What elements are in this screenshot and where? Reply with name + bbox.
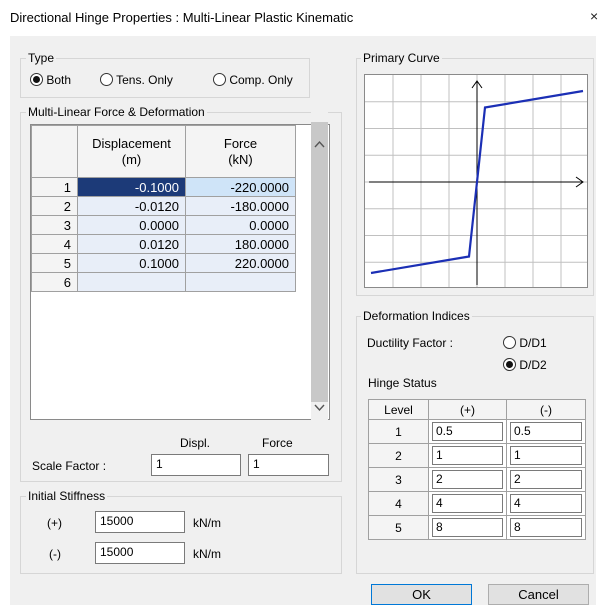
radio-d-d1[interactable]: D/D1 bbox=[503, 336, 547, 350]
radio-d-d2[interactable]: D/D2 bbox=[503, 358, 547, 372]
scale-force-input[interactable]: 1 bbox=[248, 454, 329, 476]
hinge-minus-input[interactable]: 1 bbox=[510, 446, 582, 465]
force-cell[interactable]: 0.0000 bbox=[185, 215, 296, 235]
type-group-label: Type bbox=[26, 51, 57, 65]
stiffness-plus-label: (+) bbox=[47, 516, 62, 530]
table-row: 3 0.0000 0.0000 bbox=[31, 215, 296, 235]
hinge-plus-input[interactable]: 0.5 bbox=[432, 422, 503, 441]
column-header-force[interactable]: Force (kN) bbox=[185, 125, 296, 178]
scroll-down-icon[interactable] bbox=[314, 404, 325, 412]
scale-force-label: Force bbox=[262, 436, 293, 450]
force-cell[interactable]: 220.0000 bbox=[185, 253, 296, 273]
hinge-minus-input[interactable]: 4 bbox=[510, 494, 582, 513]
table-row: 5 0.1000 220.0000 bbox=[31, 253, 296, 273]
scrollbar-thumb[interactable] bbox=[311, 122, 328, 402]
row-number[interactable]: 6 bbox=[31, 272, 78, 292]
hinge-plus-input[interactable]: 4 bbox=[432, 494, 503, 513]
hinge-minus-input[interactable]: 8 bbox=[510, 518, 582, 537]
table-row: 2 -0.0120 -180.0000 bbox=[31, 196, 296, 216]
row-number[interactable]: 5 bbox=[31, 253, 78, 273]
force-header-unit: (kN) bbox=[228, 151, 253, 167]
displacement-header-unit: (m) bbox=[121, 151, 142, 167]
force-cell[interactable]: -180.0000 bbox=[185, 196, 296, 216]
radio-tens-only-indicator[interactable] bbox=[100, 73, 113, 86]
radio-tens-only-label: Tens. Only bbox=[116, 73, 173, 87]
table-row: 3 2 2 bbox=[368, 467, 586, 492]
hinge-minus-input[interactable]: 2 bbox=[510, 470, 582, 489]
table-row: 4 4 4 bbox=[368, 491, 586, 516]
radio-comp-only-label: Comp. Only bbox=[229, 73, 293, 87]
displacement-cell[interactable] bbox=[77, 272, 186, 292]
table-row: 6 bbox=[31, 272, 296, 292]
cancel-button[interactable]: Cancel bbox=[488, 584, 589, 605]
scroll-up-icon[interactable] bbox=[314, 140, 325, 148]
row-number[interactable]: 2 bbox=[31, 196, 78, 216]
radio-comp-only-indicator[interactable] bbox=[213, 73, 226, 86]
force-cell[interactable]: 180.0000 bbox=[185, 234, 296, 254]
radio-comp-only[interactable]: Comp. Only bbox=[213, 73, 293, 87]
force-deformation-label: Multi-Linear Force & Deformation bbox=[26, 105, 207, 119]
table-row: 2 1 1 bbox=[368, 443, 586, 468]
window-title: Directional Hinge Properties : Multi-Lin… bbox=[10, 10, 354, 25]
stiffness-plus-input[interactable]: 15000 bbox=[95, 511, 185, 533]
displacement-cell[interactable]: 0.0120 bbox=[77, 234, 186, 254]
hinge-minus-input[interactable]: 0.5 bbox=[510, 422, 582, 441]
force-cell[interactable] bbox=[185, 272, 296, 292]
level-number: 5 bbox=[368, 515, 429, 540]
table-row: 4 0.0120 180.0000 bbox=[31, 234, 296, 254]
corner-cell bbox=[31, 125, 78, 178]
level-number: 3 bbox=[368, 467, 429, 492]
stiffness-plus-unit: kN/m bbox=[193, 516, 221, 530]
displacement-cell[interactable]: -0.0120 bbox=[77, 196, 186, 216]
row-number[interactable]: 3 bbox=[31, 215, 78, 235]
displacement-header-title: Displacement bbox=[92, 135, 171, 151]
close-icon[interactable]: × bbox=[590, 8, 598, 24]
level-number: 4 bbox=[368, 491, 429, 516]
radio-both[interactable]: Both bbox=[30, 73, 71, 87]
row-number[interactable]: 1 bbox=[31, 177, 78, 197]
primary-curve-label: Primary Curve bbox=[361, 51, 442, 65]
stiffness-minus-input[interactable]: 15000 bbox=[95, 542, 185, 564]
radio-d-d1-indicator[interactable] bbox=[503, 336, 516, 349]
deformation-indices-label: Deformation Indices bbox=[361, 309, 472, 323]
hinge-status-table: Level (+) (-) 1 0.5 0.5 2 1 1 3 2 2 4 4 … bbox=[368, 399, 586, 540]
displacement-cell[interactable]: -0.1000 bbox=[77, 177, 186, 197]
hinge-plus-input[interactable]: 2 bbox=[432, 470, 503, 489]
column-header-displacement[interactable]: Displacement (m) bbox=[77, 125, 186, 178]
hinge-plus-input[interactable]: 1 bbox=[432, 446, 503, 465]
row-number[interactable]: 4 bbox=[31, 234, 78, 254]
level-number: 1 bbox=[368, 419, 429, 444]
displacement-cell[interactable]: 0.0000 bbox=[77, 215, 186, 235]
minus-column-header: (-) bbox=[506, 399, 586, 420]
radio-d-d2-label: D/D2 bbox=[519, 358, 547, 372]
scale-displ-input[interactable]: 1 bbox=[151, 454, 241, 476]
scale-displ-label: Displ. bbox=[180, 436, 211, 450]
radio-both-indicator[interactable] bbox=[30, 73, 43, 86]
primary-curve-plot bbox=[364, 74, 588, 288]
level-number: 2 bbox=[368, 443, 429, 468]
ok-button[interactable]: OK bbox=[371, 584, 472, 605]
force-deformation-table: Displacement (m) Force (kN) 1 -0.1000 -2… bbox=[31, 125, 296, 292]
table-row: 5 8 8 bbox=[368, 515, 586, 540]
ductility-factor-label: Ductility Factor : bbox=[367, 336, 454, 350]
stiffness-minus-unit: kN/m bbox=[193, 547, 221, 561]
table-row: 1 -0.1000 -220.0000 bbox=[31, 177, 296, 197]
force-cell[interactable]: -220.0000 bbox=[185, 177, 296, 197]
force-header-title: Force bbox=[223, 135, 258, 151]
hinge-plus-input[interactable]: 8 bbox=[432, 518, 503, 537]
initial-stiffness-label: Initial Stiffness bbox=[26, 489, 108, 503]
displacement-cell[interactable]: 0.1000 bbox=[77, 253, 186, 273]
table-row: 1 0.5 0.5 bbox=[368, 419, 586, 444]
scale-factor-label: Scale Factor : bbox=[32, 459, 107, 473]
radio-d-d1-label: D/D1 bbox=[519, 336, 547, 350]
radio-tens-only[interactable]: Tens. Only bbox=[100, 73, 173, 87]
level-column-header: Level bbox=[368, 399, 429, 420]
hinge-status-label: Hinge Status bbox=[368, 376, 437, 390]
radio-d-d2-indicator[interactable] bbox=[503, 358, 516, 371]
plus-column-header: (+) bbox=[428, 399, 507, 420]
stiffness-minus-label: (-) bbox=[49, 547, 61, 561]
radio-both-label: Both bbox=[46, 73, 72, 87]
